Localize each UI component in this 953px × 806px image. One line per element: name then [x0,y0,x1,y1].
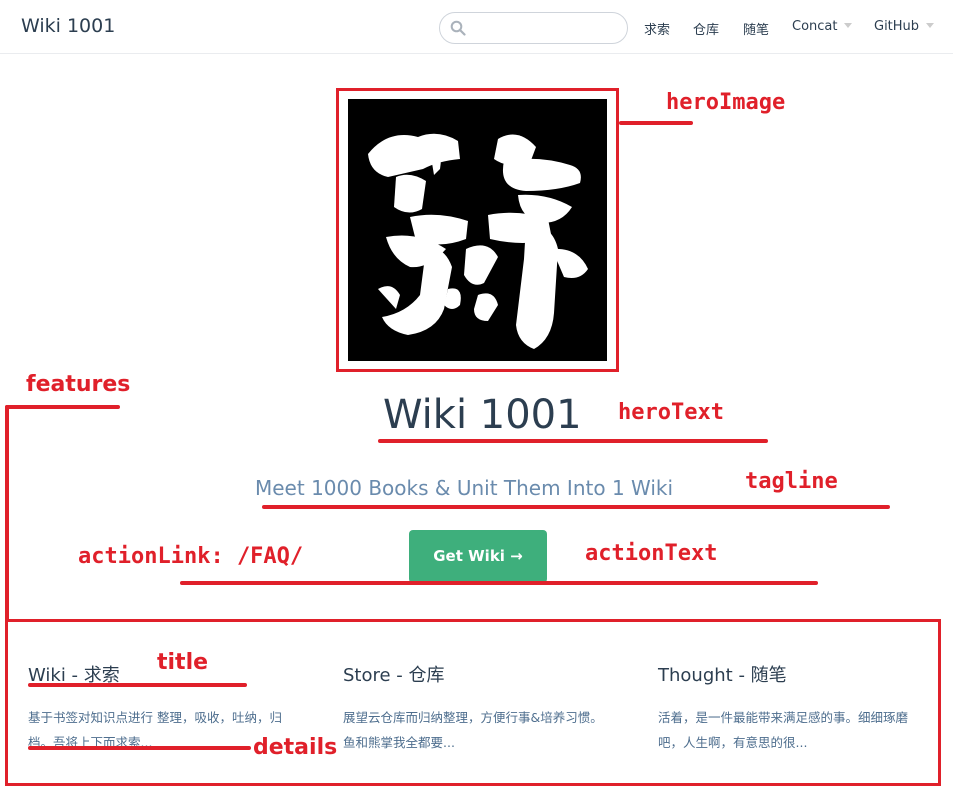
search-input[interactable] [472,18,622,38]
feature-details-store: 展望云仓库而归纳整理，方便行事&培养习惯。鱼和熊掌我全都要... [343,710,603,750]
nav-item-github[interactable]: GitHub [874,19,935,34]
feature-details-thought: 活着，是一件最能带来满足感的事。细细琢磨吧，人生啊，有意思的很... [658,710,909,750]
hero-text-underline [378,439,768,443]
features-annotation: features [26,372,131,397]
search-box[interactable] [439,12,628,44]
title-annotation: title [157,650,209,675]
details-underline [28,746,251,750]
features-pointer-line [5,405,120,409]
calligraphy-logo-icon [368,133,588,349]
nav-item-github-label: GitHub [874,19,920,34]
hero-image-pointer-line [619,121,693,125]
features-bracket-line [5,405,9,621]
chevron-down-icon [926,23,935,28]
tagline: Meet 1000 Books & Unit Them Into 1 Wiki [255,476,674,500]
nav-item-suibi[interactable]: 随笔 [743,19,769,38]
features-annotation-box [5,619,941,786]
hero-text: Wiki 1001 [383,392,582,438]
hero-image-annotation: heroImage [666,90,786,115]
navbar: Wiki 1001 求索 仓库 随笔 Concat GitHub [0,0,953,54]
tagline-annotation: tagline [745,469,838,494]
feature-title-store: Store - 仓库 [343,665,445,686]
tagline-underline [262,505,890,509]
action-underline [180,581,818,585]
nav-item-cangku[interactable]: 仓库 [693,19,719,38]
search-icon [450,20,466,36]
feature-title-thought: Thought - 随笔 [658,665,787,686]
details-annotation: details [253,735,338,760]
nav-item-qiusuo[interactable]: 求索 [644,19,670,38]
action-link-annotation: actionLink: /FAQ/ [78,544,304,569]
chevron-down-icon [844,23,853,28]
title-underline [28,683,247,687]
hero-image [348,99,607,361]
nav-item-concat[interactable]: Concat [792,19,853,34]
hero-text-annotation: heroText [618,400,724,425]
nav-item-concat-label: Concat [792,19,838,34]
action-text-annotation: actionText [585,541,718,566]
site-name[interactable]: Wiki 1001 [21,15,115,37]
get-wiki-button[interactable]: Get Wiki → [409,530,547,583]
